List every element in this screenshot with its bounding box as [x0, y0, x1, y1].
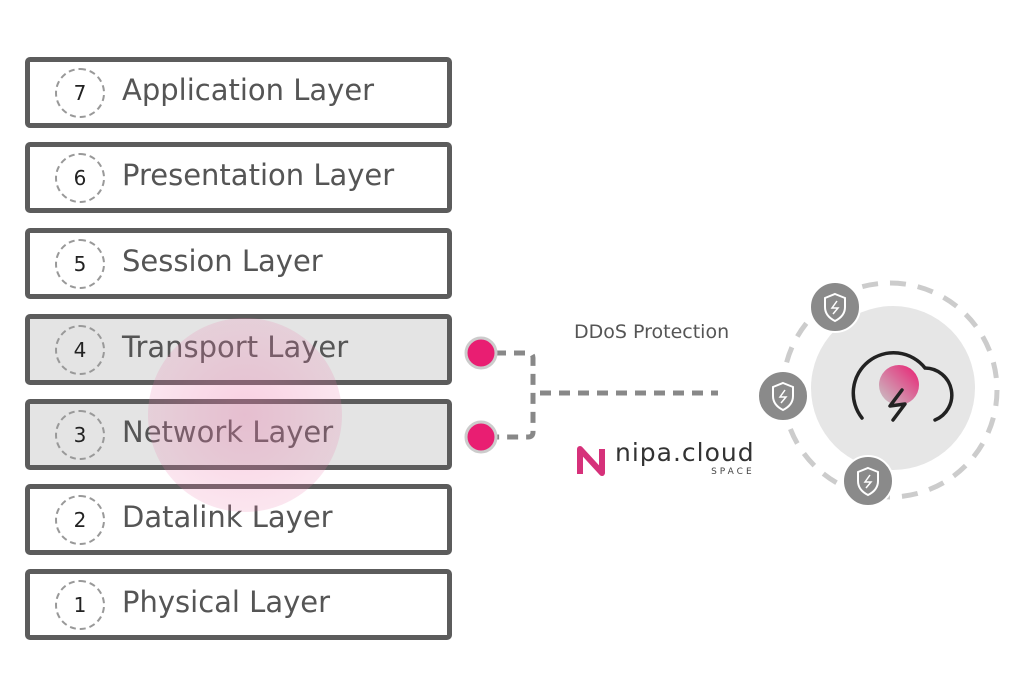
transport-dot: [464, 336, 498, 370]
connector-bracket: [495, 350, 718, 440]
shield-lightning-icon: [809, 281, 861, 333]
shield-lightning-icon: [757, 370, 809, 422]
network-dot: [464, 420, 498, 454]
protection-diagram: [464, 280, 1000, 507]
shield-lightning-icon: [842, 455, 894, 507]
